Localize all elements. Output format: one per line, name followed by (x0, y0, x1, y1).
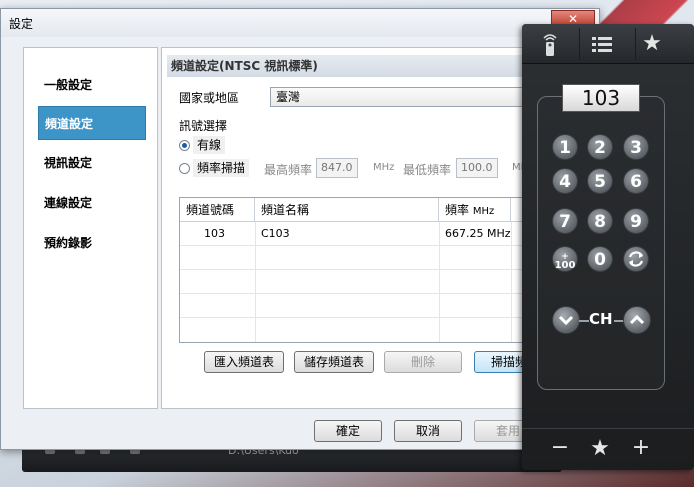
country-select[interactable]: 臺灣 (270, 87, 532, 107)
max-freq-unit: MHz (373, 162, 395, 173)
column-divider (439, 222, 440, 342)
save-channels-button[interactable]: 儲存頻道表 (294, 351, 374, 373)
cell-frequency: 667.25 MHz (445, 227, 511, 240)
column-channel-name[interactable]: 頻道名稱 (255, 198, 439, 222)
delete-button[interactable]: 刪除 (384, 351, 462, 373)
ok-button[interactable]: 確定 (314, 420, 382, 442)
chevron-down-glyph (558, 315, 574, 326)
key-6[interactable]: 6 (623, 168, 649, 194)
star-icon[interactable]: ★ (638, 31, 666, 57)
key-8[interactable]: 8 (587, 208, 613, 234)
min-freq-label: 最低頻率 (403, 163, 452, 177)
nav-item-video[interactable]: 視訊設定 (38, 146, 146, 180)
table-row-empty (180, 294, 532, 318)
settings-dialog: 設定 ✕ 一般設定 頻道設定 視訊設定 連線設定 預約錄影 頻道設定(NTSC … (0, 8, 600, 450)
channel-down-icon[interactable] (552, 306, 580, 334)
table-row-empty (180, 270, 532, 294)
min-freq-input[interactable]: 100.0 (456, 158, 498, 178)
cell-channel-name: C103 (261, 227, 290, 240)
signal-label: 訊號選擇 (179, 119, 228, 133)
column-channel-no[interactable]: 頻道號碼 (180, 198, 255, 222)
max-freq-input[interactable]: 847.0 (316, 158, 358, 178)
channel-settings-panel: 頻道設定(NTSC 視訊標準) 國家或地區 臺灣 訊號選擇 有線 頻率掃描 最高… (161, 47, 533, 409)
settings-nav: 一般設定 頻道設定 視訊設定 連線設定 預約錄影 (23, 47, 158, 409)
cable-radio-label[interactable]: 有線 (193, 136, 226, 154)
key-7[interactable]: 7 (552, 208, 578, 234)
key-9[interactable]: 9 (623, 208, 649, 234)
list-glyph (592, 37, 612, 52)
channel-up-icon[interactable] (623, 306, 651, 334)
remote-bottom-bar: − ★ + (522, 428, 694, 470)
table-header: 頻道號碼 頻道名稱 頻率 MHz (180, 198, 532, 222)
favorite-star-icon[interactable]: ★ (588, 437, 612, 461)
key-100-label: 100 (554, 260, 576, 271)
minus-icon[interactable]: − (548, 437, 572, 461)
max-freq-label: 最高頻率 (264, 163, 313, 177)
remote-icon[interactable] (536, 32, 564, 56)
column-frequency-unit: MHz (472, 206, 495, 217)
window-title: 設定 (9, 17, 34, 31)
ch-connector (579, 320, 589, 322)
remote-tabs: ★ (522, 24, 694, 64)
column-frequency[interactable]: 頻率 MHz (439, 198, 511, 222)
nav-item-connection[interactable]: 連線設定 (38, 186, 146, 220)
scan-radio[interactable] (179, 163, 190, 174)
chevron-up-glyph (629, 314, 645, 325)
nav-item-general[interactable]: 一般設定 (38, 68, 146, 102)
country-label: 國家或地區 (179, 91, 240, 105)
column-divider (255, 222, 256, 342)
import-channels-button[interactable]: 匯入頻道表 (204, 351, 284, 373)
titlebar: 設定 ✕ (1, 9, 599, 37)
column-frequency-label: 頻率 (445, 203, 470, 217)
channel-label: CH (589, 310, 613, 328)
list-icon[interactable] (588, 32, 616, 56)
recall-glyph (628, 251, 644, 267)
nav-item-schedule[interactable]: 預約錄影 (38, 226, 146, 260)
cable-radio[interactable] (179, 140, 190, 151)
nav-item-channel[interactable]: 頻道設定 (38, 106, 146, 140)
key-2[interactable]: 2 (587, 134, 613, 160)
key-5[interactable]: 5 (587, 168, 613, 194)
scan-radio-label[interactable]: 頻率掃描 (193, 159, 250, 177)
cancel-button[interactable]: 取消 (394, 420, 462, 442)
tab-separator (635, 28, 636, 60)
cell-channel-no: 103 (204, 227, 225, 240)
table-row-empty (180, 246, 532, 270)
key-0[interactable]: 0 (587, 246, 613, 272)
remote-control-panel: ★ 103 1 2 3 4 5 6 7 8 9 + 100 0 CH − ★ + (522, 24, 694, 470)
panel-heading: 頻道設定(NTSC 視訊標準) (167, 55, 532, 77)
table-row[interactable]: 103 C103 667.25 MHz (180, 222, 532, 246)
recall-icon[interactable] (623, 246, 649, 272)
key-100[interactable]: + 100 (552, 246, 578, 272)
key-4[interactable]: 4 (552, 168, 578, 194)
plus-icon[interactable]: + (629, 437, 653, 461)
tab-separator (579, 28, 580, 60)
channel-display: 103 (562, 84, 640, 112)
remote-glyph (543, 34, 557, 56)
channel-table: 頻道號碼 頻道名稱 頻率 MHz 103 C103 667.25 MHz (179, 197, 532, 343)
key-3[interactable]: 3 (623, 134, 649, 160)
column-divider (511, 222, 512, 342)
key-1[interactable]: 1 (552, 134, 578, 160)
